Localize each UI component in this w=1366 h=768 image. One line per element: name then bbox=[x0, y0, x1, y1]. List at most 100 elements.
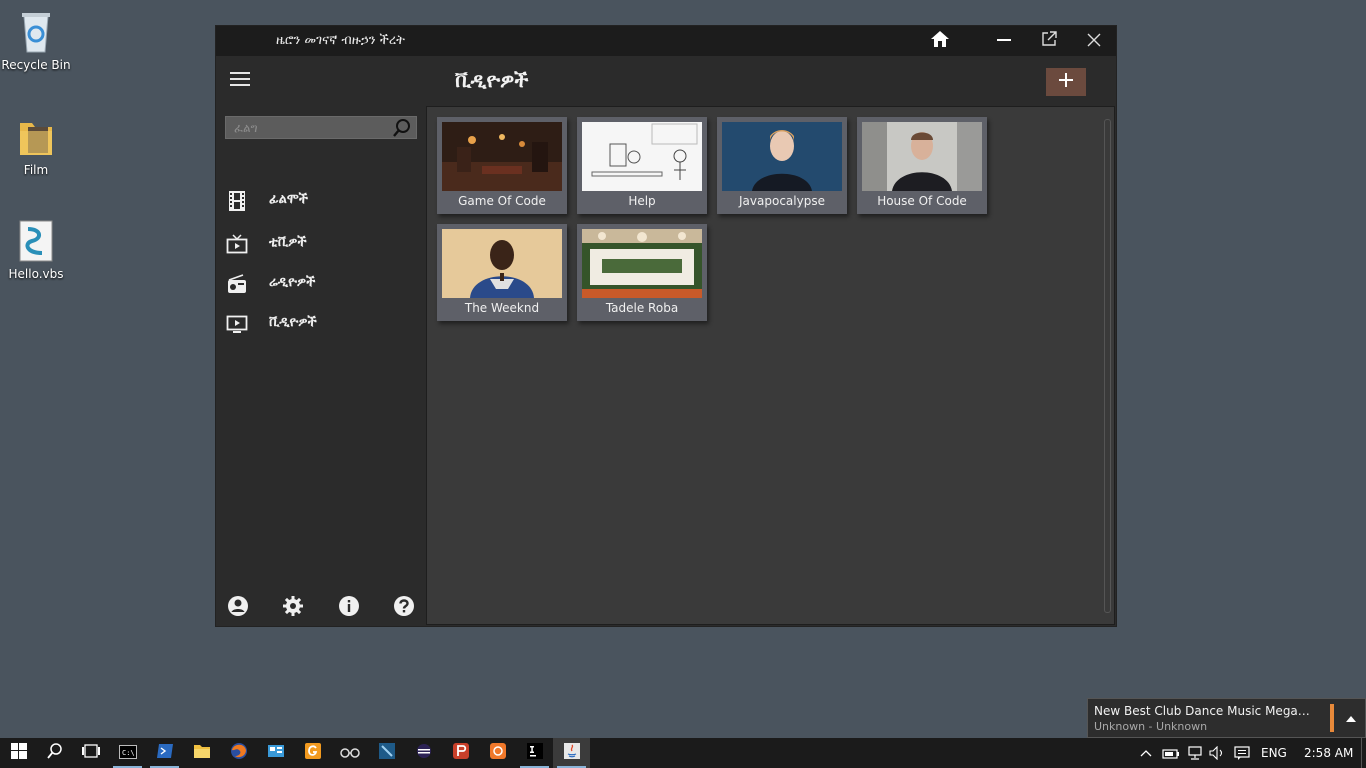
notification-accent-bar bbox=[1330, 704, 1334, 732]
tray-chevron-up-icon[interactable] bbox=[1140, 738, 1156, 768]
folder-icon bbox=[16, 115, 56, 159]
folder-icon bbox=[193, 743, 211, 763]
eclipse-icon bbox=[415, 742, 433, 764]
desktop-icon-recycle-bin[interactable]: Recycle Bin bbox=[0, 10, 72, 72]
action-center-icon[interactable] bbox=[1234, 738, 1252, 768]
chevron-up-icon[interactable] bbox=[1344, 711, 1358, 725]
search-icon bbox=[46, 743, 63, 763]
show-desktop-button[interactable] bbox=[1361, 738, 1366, 768]
settings-icon[interactable] bbox=[282, 595, 304, 617]
video-tile[interactable]: Tadele Roba bbox=[577, 224, 707, 321]
popout-button[interactable] bbox=[1026, 26, 1072, 56]
taskbar-app-ide[interactable] bbox=[368, 738, 405, 768]
notification-title: New Best Club Dance Music Megamix 2... bbox=[1094, 704, 1320, 718]
taskbar: C:\ ENG 2:58 AM bbox=[0, 738, 1366, 768]
desktop-icon-hello-vbs[interactable]: Hello.vbs bbox=[0, 219, 72, 281]
video-thumbnail bbox=[582, 229, 702, 298]
start-button[interactable] bbox=[0, 738, 37, 768]
video-tile[interactable]: Game Of Code bbox=[437, 117, 567, 214]
taskbar-app-java[interactable] bbox=[553, 738, 590, 768]
powershell-icon bbox=[156, 743, 174, 763]
search-box bbox=[225, 116, 417, 139]
java-icon bbox=[563, 742, 581, 764]
video-thumbnail bbox=[862, 122, 982, 191]
taskbar-app-orange[interactable] bbox=[294, 738, 331, 768]
content-scrollbar[interactable] bbox=[1104, 119, 1111, 613]
taskbar-app-eclipse[interactable] bbox=[405, 738, 442, 768]
radio-icon bbox=[226, 273, 248, 295]
account-icon[interactable] bbox=[227, 595, 249, 617]
sidebar-item-label: ፊልሞች bbox=[269, 192, 308, 207]
sidebar-item-label: ቲቪዎች bbox=[269, 235, 307, 250]
control-panel-icon bbox=[267, 743, 285, 763]
taskbar-app-file-explorer[interactable] bbox=[183, 738, 220, 768]
video-title: Tadele Roba bbox=[605, 301, 679, 315]
language-indicator[interactable]: ENG bbox=[1261, 738, 1287, 768]
command-prompt-icon: C:\ bbox=[118, 744, 137, 763]
video-thumbnail bbox=[442, 122, 562, 191]
sidebar-item-films[interactable]: ፊልሞች bbox=[216, 184, 426, 220]
windows-logo-icon bbox=[10, 743, 27, 763]
battery-icon[interactable] bbox=[1162, 738, 1180, 768]
video-tile[interactable]: House Of Code bbox=[857, 117, 987, 214]
video-tile[interactable]: Help bbox=[577, 117, 707, 214]
search-input[interactable] bbox=[226, 117, 388, 138]
taskbar-app-powershell[interactable] bbox=[146, 738, 183, 768]
script-file-icon bbox=[16, 219, 56, 263]
sidebar: ፊልሞች ቲቪዎች ሬዲዮዎች ቪዲዮዎች bbox=[216, 56, 426, 626]
taskbar-app-media[interactable] bbox=[479, 738, 516, 768]
info-icon[interactable] bbox=[338, 595, 360, 617]
video-tile[interactable]: The Weeknd bbox=[437, 224, 567, 321]
svg-text:C:\: C:\ bbox=[122, 749, 135, 757]
network-icon[interactable] bbox=[1186, 738, 1204, 768]
sidebar-item-tvs[interactable]: ቲቪዎች bbox=[216, 227, 426, 263]
clock[interactable]: 2:58 AM bbox=[1304, 738, 1353, 768]
taskbar-app-glasses[interactable] bbox=[331, 738, 368, 768]
taskbar-app-cmd[interactable]: C:\ bbox=[109, 738, 146, 768]
recycle-bin-icon bbox=[16, 10, 56, 54]
volume-icon[interactable] bbox=[1209, 738, 1227, 768]
video-title: Game Of Code bbox=[458, 194, 546, 208]
close-icon bbox=[1087, 32, 1101, 51]
app-g-icon bbox=[304, 742, 322, 764]
firefox-icon bbox=[230, 742, 248, 764]
app-window: ዜሮን መገናኛ ብዙኃን ችረት ፈልግ ፊልሞች ቲቪዎች ሬዲዮዎች ቪዲ… bbox=[216, 26, 1116, 626]
search-taskbar-button[interactable] bbox=[36, 738, 73, 768]
hamburger-menu-icon[interactable] bbox=[230, 72, 250, 86]
sidebar-item-videos[interactable]: ቪዲዮዎች bbox=[216, 307, 426, 343]
close-button[interactable] bbox=[1071, 26, 1117, 56]
video-thumbnail bbox=[722, 122, 842, 191]
tv-icon bbox=[226, 233, 248, 255]
home-button[interactable] bbox=[917, 26, 963, 56]
window-title: ዜሮን መገናኛ ብዙኃን ችረት bbox=[276, 33, 405, 48]
plus-icon bbox=[1058, 72, 1074, 92]
film-icon bbox=[226, 190, 248, 212]
add-video-button[interactable] bbox=[1046, 68, 1086, 96]
taskbar-app-control-panel[interactable] bbox=[257, 738, 294, 768]
notification-subtitle: Unknown - Unknown bbox=[1094, 720, 1208, 733]
page-title: ቪዲዮዎች bbox=[455, 68, 529, 92]
sidebar-item-label: ሬዲዮዎች bbox=[269, 275, 316, 290]
media-notification[interactable]: New Best Club Dance Music Megamix 2... U… bbox=[1087, 698, 1366, 738]
desktop-icon-label: Recycle Bin bbox=[1, 58, 71, 72]
sidebar-item-label: ቪዲዮዎች bbox=[269, 315, 317, 330]
glasses-icon bbox=[339, 744, 360, 763]
desktop-icon-label: Hello.vbs bbox=[8, 267, 64, 281]
video-grid: Game Of Code Help Javapocalypse House Of… bbox=[426, 106, 1115, 625]
taskbar-app-p[interactable] bbox=[442, 738, 479, 768]
desktop-icon-film[interactable]: Film bbox=[0, 115, 72, 177]
task-view-button[interactable] bbox=[72, 738, 109, 768]
search-icon[interactable] bbox=[392, 118, 412, 138]
sidebar-item-radios[interactable]: ሬዲዮዎች bbox=[216, 267, 426, 303]
video-tile[interactable]: Javapocalypse bbox=[717, 117, 847, 214]
taskbar-app-firefox[interactable] bbox=[220, 738, 257, 768]
taskbar-app-intellij[interactable] bbox=[516, 738, 553, 768]
app-p-icon bbox=[452, 742, 470, 764]
intellij-icon bbox=[526, 742, 544, 764]
video-icon bbox=[226, 313, 248, 335]
minimize-icon bbox=[997, 32, 1011, 51]
video-title: House Of Code bbox=[877, 194, 967, 208]
minimize-button[interactable] bbox=[981, 26, 1027, 56]
help-icon[interactable] bbox=[393, 595, 415, 617]
desktop-icon-label: Film bbox=[23, 163, 49, 177]
